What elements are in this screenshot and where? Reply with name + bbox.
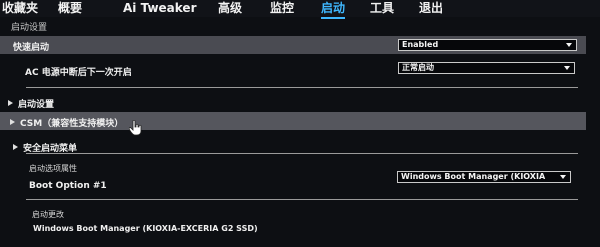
- csm-label: CSM（兼容性支持模块）: [20, 119, 124, 129]
- tab-monitor[interactable]: 监控: [270, 0, 294, 17]
- boot-config-label: 启动设置: [18, 100, 55, 110]
- tab-exit[interactable]: 退出: [419, 0, 443, 17]
- fast-boot-dropdown[interactable]: Enabled: [398, 39, 577, 51]
- expand-arrow-icon: [8, 100, 13, 106]
- tab-main[interactable]: 概要: [58, 0, 82, 17]
- ac-power-dropdown[interactable]: 正常启动: [398, 62, 575, 74]
- chevron-down-icon: [564, 66, 570, 70]
- top-menu-bar: 收藏夹 概要 Ai Tweaker 高级 监控 启动 工具 退出: [0, 0, 600, 19]
- boot-override-heading: 启动更改: [32, 210, 64, 219]
- divider: [26, 153, 578, 154]
- boot-option-1-label: Boot Option #1: [29, 181, 107, 191]
- divider: [26, 199, 578, 200]
- chevron-down-icon: [560, 175, 566, 179]
- tab-ai-tweaker[interactable]: Ai Tweaker: [123, 0, 196, 17]
- tab-tool[interactable]: 工具: [370, 0, 394, 17]
- csm-item[interactable]: CSM（兼容性支持模块）: [10, 116, 123, 129]
- ac-power-value: 正常启动: [402, 63, 434, 72]
- boot-override-item[interactable]: Windows Boot Manager (KIOXIA-EXCERIA G2 …: [33, 224, 258, 233]
- boot-option-priority-heading: 启动选项属性: [29, 164, 77, 173]
- tab-advanced[interactable]: 高级: [218, 0, 242, 17]
- ac-power-label: AC 电源中断后下一次开启: [25, 68, 132, 78]
- page-title: 启动设置: [11, 23, 48, 33]
- divider: [26, 87, 578, 88]
- boot-config-item[interactable]: 启动设置: [8, 97, 54, 110]
- hand-cursor-icon: [129, 120, 142, 136]
- expand-arrow-icon: [10, 119, 15, 125]
- expand-arrow-icon: [13, 144, 18, 150]
- chevron-down-icon: [566, 43, 572, 47]
- tab-boot[interactable]: 启动: [321, 0, 346, 19]
- fast-boot-label: 快速启动: [13, 43, 50, 53]
- boot-option-1-value: Windows Boot Manager (KIOXIA: [401, 172, 546, 181]
- fast-boot-value: Enabled: [402, 40, 439, 49]
- boot-option-1-dropdown[interactable]: Windows Boot Manager (KIOXIA: [397, 171, 571, 183]
- tab-favorites[interactable]: 收藏夹: [2, 0, 38, 17]
